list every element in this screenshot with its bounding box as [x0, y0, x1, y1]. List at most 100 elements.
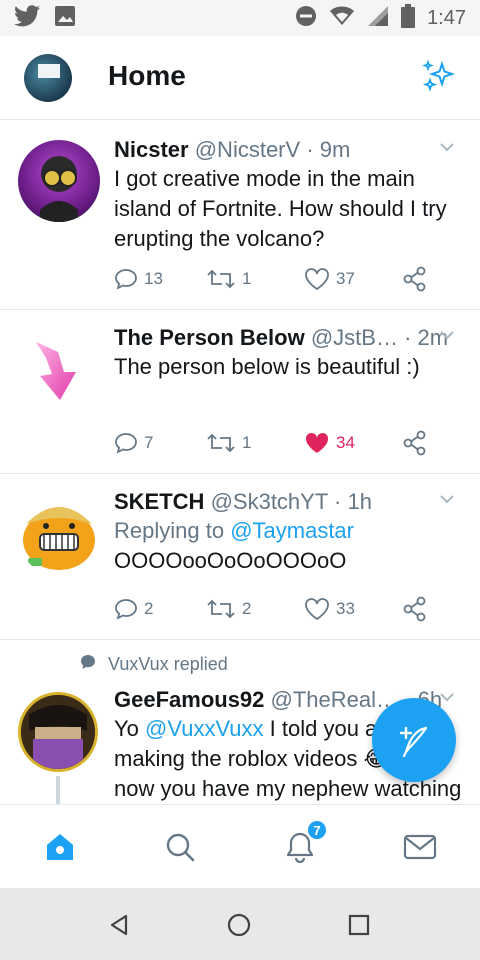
tweet-text-prefix: Yo — [114, 716, 146, 741]
like-button[interactable]: 34 — [304, 432, 402, 454]
reply-button[interactable]: 7 — [114, 432, 206, 454]
reply-count: 7 — [144, 433, 154, 452]
tweet-header: Nicster @NicsterV · 9m — [114, 136, 456, 164]
retweet-button[interactable]: 1 — [206, 268, 304, 290]
retweet-count: 2 — [242, 599, 252, 618]
share-button[interactable] — [402, 266, 428, 292]
chevron-down-icon[interactable] — [438, 326, 456, 349]
tab-home[interactable] — [38, 825, 82, 869]
share-icon — [403, 596, 426, 622]
display-name[interactable]: Nicster — [114, 137, 189, 162]
tweet-time: 9m — [319, 137, 351, 162]
replying-to-label: Replying to — [114, 518, 231, 543]
compose-tweet-button[interactable] — [372, 698, 456, 782]
like-count: 34 — [336, 433, 355, 452]
home-icon — [47, 834, 73, 860]
wifi-icon — [329, 5, 355, 32]
share-button[interactable] — [402, 430, 428, 456]
tweet-card[interactable]: Nicster @NicsterV · 9m I got creative mo… — [0, 122, 480, 310]
mention-link[interactable]: @Taymastar — [230, 518, 354, 543]
like-count: 33 — [336, 599, 355, 618]
retweet-icon — [207, 599, 235, 619]
like-button[interactable]: 37 — [304, 268, 402, 290]
tweet-header: The Person Below @JstB… · 2m — [114, 324, 456, 352]
separator-dot: · — [306, 137, 314, 162]
display-name[interactable]: The Person Below — [114, 325, 305, 350]
tweet-header: SKETCH @Sk3tchYT · 1h — [114, 488, 456, 516]
gallery-icon — [54, 5, 76, 32]
home-nav-button[interactable] — [226, 912, 252, 938]
tweet-actions: 13 1 37 — [114, 266, 456, 292]
display-name[interactable]: SKETCH — [114, 489, 204, 514]
share-icon — [403, 430, 426, 456]
like-button[interactable]: 33 — [304, 598, 402, 620]
signal-icon — [367, 5, 389, 32]
user-handle[interactable]: @NicsterV — [195, 137, 300, 162]
heart-filled-icon — [305, 432, 329, 453]
status-bar: 1:47 — [0, 0, 480, 36]
system-navigation-bar — [0, 888, 480, 960]
reply-icon — [115, 433, 137, 454]
chevron-down-icon[interactable] — [438, 490, 456, 513]
heart-icon — [305, 268, 329, 290]
top-app-bar: Home — [0, 36, 480, 120]
reply-button[interactable]: 2 — [114, 598, 206, 620]
user-handle[interactable]: @JstB… — [311, 325, 398, 350]
do-not-disturb-icon — [295, 5, 317, 32]
user-avatar[interactable] — [18, 328, 100, 410]
page-title: Home — [108, 60, 186, 91]
recents-button[interactable] — [346, 912, 372, 938]
reply-icon — [115, 269, 137, 290]
avatar-image-detail — [38, 64, 60, 78]
tweet-actions: 7 1 34 — [114, 430, 456, 456]
tab-search[interactable] — [158, 825, 202, 869]
tweet-text-rest: I told you ab — [263, 716, 390, 741]
reply-count: 2 — [144, 599, 154, 618]
tweet-text: The person below is beautiful :) — [114, 354, 420, 379]
battery-icon — [401, 3, 416, 33]
avatar-image — [23, 507, 95, 570]
retweet-count: 1 — [242, 433, 252, 452]
back-button[interactable] — [106, 912, 132, 938]
account-avatar[interactable] — [24, 54, 72, 102]
display-name[interactable]: GeeFamous92 — [114, 687, 264, 712]
tweet-actions: 2 2 33 — [114, 596, 456, 622]
avatar-image — [21, 695, 95, 769]
tweet-card[interactable]: SKETCH @Sk3tchYT · 1h Replying to @Tayma… — [0, 474, 480, 640]
back-icon — [110, 914, 128, 936]
retweet-button[interactable]: 2 — [206, 598, 304, 620]
twitter-icon — [14, 4, 40, 32]
bottom-tab-bar: 7 — [0, 804, 480, 888]
retweet-icon — [207, 269, 235, 289]
sparkle-icon[interactable] — [418, 56, 458, 101]
like-count: 37 — [336, 269, 355, 288]
arrow-down-icon — [36, 342, 76, 400]
user-avatar[interactable] — [18, 692, 98, 772]
share-button[interactable] — [402, 596, 428, 622]
separator-dot: · — [334, 489, 342, 514]
retweet-button[interactable]: 1 — [206, 432, 304, 454]
square-recents-icon — [348, 914, 370, 936]
retweet-count: 1 — [242, 269, 252, 288]
reply-count: 13 — [144, 269, 163, 288]
user-handle[interactable]: @Sk3tchYT — [211, 489, 328, 514]
user-avatar[interactable] — [18, 494, 100, 576]
tab-notifications[interactable]: 7 — [278, 819, 328, 869]
tab-messages[interactable] — [398, 825, 442, 869]
share-icon — [403, 266, 426, 292]
heart-icon — [305, 598, 329, 620]
user-avatar[interactable] — [18, 140, 100, 222]
avatar-image — [40, 156, 78, 222]
separator-dot: · — [404, 325, 412, 350]
reply-icon — [115, 599, 137, 620]
messages-icon — [403, 834, 437, 860]
thread-line — [56, 776, 60, 804]
tweet-card[interactable]: The Person Below @JstB… · 2m The person … — [0, 310, 480, 474]
reply-button[interactable]: 13 — [114, 268, 206, 290]
chevron-down-icon[interactable] — [438, 138, 456, 161]
tweet-text: I got creative mode in the main island o… — [114, 166, 447, 251]
replying-to: Replying to @Taymastar — [114, 516, 456, 546]
retweet-icon — [207, 433, 235, 453]
user-handle[interactable]: @TheReal… — [271, 687, 399, 712]
mention-link[interactable]: @VuxxVuxx — [145, 716, 264, 741]
